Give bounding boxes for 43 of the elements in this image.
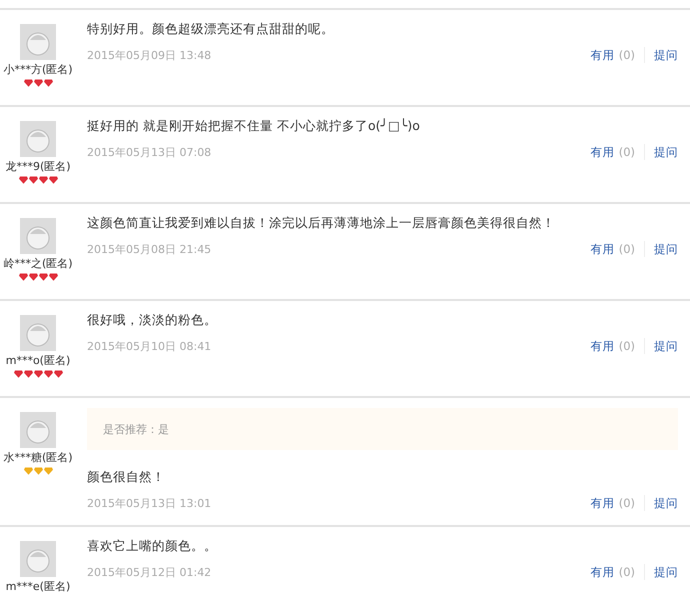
avatar-icon: [20, 412, 56, 448]
useful-count: (0): [618, 145, 635, 159]
review-text: 这颜色简直让我爱到难以自拔！涂完以后再薄薄地涂上一层唇膏颜色美得很自然！: [87, 214, 556, 232]
ask-link[interactable]: 提问: [654, 144, 678, 160]
review-date: 2015年05月13日 13:01: [87, 496, 212, 510]
avatar-icon: [20, 315, 56, 351]
ask-link[interactable]: 提问: [654, 496, 678, 510]
ask-link[interactable]: 提问: [654, 48, 678, 62]
useful-link[interactable]: 有用: [590, 564, 615, 580]
review-date: 2015年05月12日 01:42: [87, 564, 212, 580]
useful-count: (0): [618, 242, 635, 256]
useful-link[interactable]: 有用: [590, 242, 615, 256]
ask-link[interactable]: 提问: [654, 564, 678, 580]
avatar-icon: [20, 121, 56, 157]
review-text: 特别好用。颜色超级漂亮还有点甜甜的呢。: [87, 20, 335, 38]
useful-count: (0): [618, 48, 635, 62]
review-text: 挺好用的 就是刚开始把握不住量 不小心就拧多了o(╯□╰)o: [87, 117, 421, 135]
ask-link[interactable]: 提问: [654, 242, 678, 256]
user-name: 小***方(匿名): [3, 62, 73, 77]
avatar-icon: [20, 24, 56, 60]
avatar-icon: [20, 541, 56, 577]
avatar-icon: [20, 218, 56, 254]
user-name: 岭***之(匿名): [3, 256, 73, 271]
review-date: 2015年05月10日 08:41: [87, 338, 212, 354]
user-name: m***e(匿名): [6, 579, 70, 594]
review-date: 2015年05月08日 21:45: [87, 242, 212, 256]
useful-link[interactable]: 有用: [590, 48, 615, 62]
user-name: m***o(匿名): [6, 353, 70, 368]
useful-link[interactable]: 有用: [590, 338, 615, 354]
useful-count: (0): [618, 339, 635, 353]
ask-link[interactable]: 提问: [654, 338, 678, 354]
user-name: 龙***9(匿名): [5, 159, 71, 174]
review-date: 2015年05月13日 07:08: [87, 144, 212, 160]
useful-link[interactable]: 有用: [590, 496, 615, 510]
review-text: 喜欢它上嘴的颜色。。: [87, 537, 218, 555]
review-date: 2015年05月09日 13:48: [87, 48, 212, 62]
user-name: 水***糖(匿名): [3, 450, 73, 465]
useful-link[interactable]: 有用: [590, 144, 615, 160]
recommend-text: 是否推荐：是: [103, 422, 169, 436]
review-text: 很好哦，淡淡的粉色。: [87, 311, 218, 329]
review-text: 颜色很自然！: [87, 468, 166, 486]
useful-count: (0): [618, 565, 635, 579]
useful-count: (0): [618, 496, 635, 510]
